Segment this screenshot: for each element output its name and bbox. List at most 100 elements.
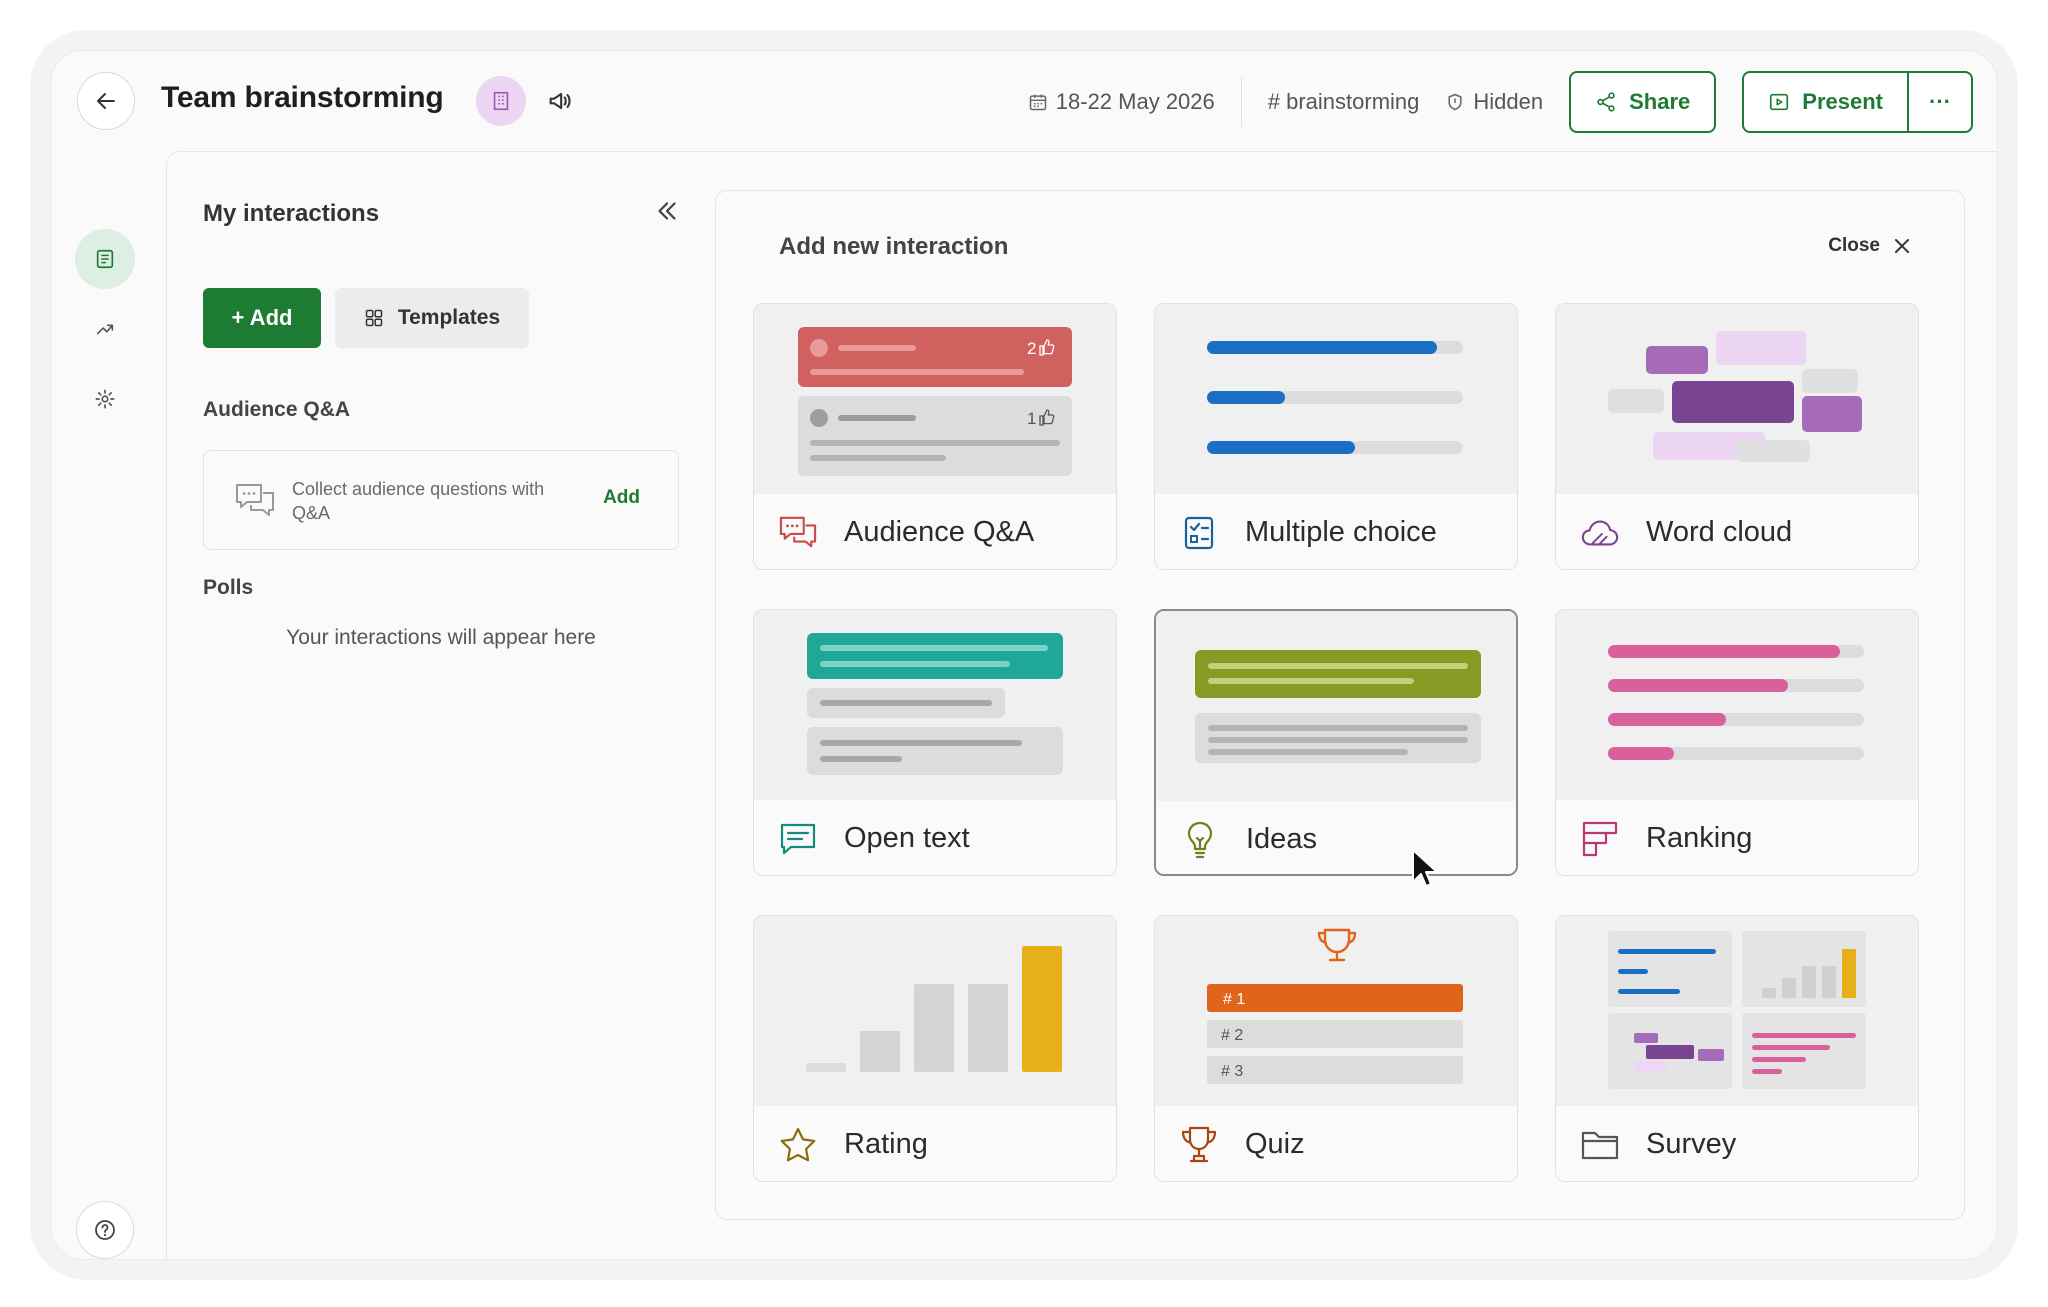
- likes-count-1: 2: [1027, 339, 1036, 358]
- arrow-left-icon: [97, 93, 115, 109]
- top-bar: Team brainstorming 18-22 May 2026 # brai…: [51, 51, 1997, 151]
- empty-state-text: Your interactions will appear here: [286, 626, 596, 649]
- card-label: Ranking: [1646, 822, 1753, 854]
- my-interactions-title: My interactions: [203, 200, 380, 227]
- header-actions: 18-22 May 2026 # brainstorming Hidden Sh…: [1028, 71, 1973, 133]
- organization-badge[interactable]: [476, 76, 526, 126]
- share-button[interactable]: Share: [1569, 71, 1717, 133]
- visibility-toggle[interactable]: Hidden: [1445, 89, 1543, 115]
- present-label: Present: [1802, 89, 1883, 114]
- present-button[interactable]: Present: [1744, 73, 1909, 131]
- checklist-icon: [1179, 513, 1219, 553]
- collapse-panel-icon[interactable]: [652, 196, 682, 226]
- presentation-title[interactable]: Team brainstorming: [161, 81, 444, 115]
- card-label: Ideas: [1246, 823, 1317, 855]
- rail-item-analytics[interactable]: [75, 299, 135, 359]
- card-label: Multiple choice: [1245, 516, 1437, 548]
- share-label: Share: [1629, 89, 1691, 114]
- mouse-cursor-icon: [1412, 849, 1438, 887]
- left-rail: [51, 151, 166, 1259]
- share-icon: [1597, 92, 1615, 112]
- card-label: Survey: [1646, 1128, 1737, 1160]
- card-open-text[interactable]: Open text: [753, 609, 1117, 876]
- card-label: Rating: [844, 1128, 928, 1160]
- card-quiz[interactable]: # 1 # 2 # 3 Quiz: [1154, 915, 1518, 1182]
- card-preview: [754, 916, 1116, 1106]
- qa-card-description: Collect audience questions with Q&A: [292, 479, 545, 523]
- card-label: Quiz: [1245, 1128, 1305, 1160]
- chat-bubbles-icon: [236, 484, 274, 516]
- templates-button[interactable]: Templates: [335, 288, 529, 348]
- card-preview: 2 1: [754, 304, 1116, 494]
- quiz-rank-2: # 2: [1221, 1027, 1243, 1044]
- card-preview: [1156, 611, 1516, 801]
- add-interaction-title: Add new interaction: [779, 233, 1009, 260]
- qa-add-link[interactable]: Add: [603, 487, 640, 509]
- card-label: Word cloud: [1646, 516, 1793, 548]
- card-footer: Audience Q&A: [754, 494, 1116, 569]
- card-preview: [754, 610, 1116, 800]
- card-preview: [1556, 610, 1918, 800]
- card-footer: Survey: [1556, 1106, 1918, 1181]
- gear-icon: [95, 389, 115, 409]
- message-lines-icon: [778, 819, 818, 859]
- header-divider: [1240, 77, 1242, 127]
- card-preview: [1556, 304, 1918, 494]
- lightbulb-icon: [1180, 820, 1220, 860]
- more-options-button[interactable]: ···: [1909, 73, 1971, 131]
- question-circle-icon: [95, 1220, 115, 1240]
- ranking-bars-icon: [1580, 819, 1620, 859]
- card-footer: Rating: [754, 1106, 1116, 1181]
- grid-icon: [365, 309, 383, 327]
- rail-item-slides[interactable]: [75, 229, 135, 289]
- star-icon: [778, 1125, 818, 1165]
- document-icon: [96, 249, 114, 269]
- card-ideas[interactable]: Ideas: [1154, 609, 1518, 876]
- card-survey[interactable]: Survey: [1555, 915, 1919, 1182]
- card-footer: Multiple choice: [1155, 494, 1517, 569]
- chat-bubbles-icon: [778, 513, 818, 553]
- card-preview: # 1 # 2 # 3: [1155, 916, 1517, 1106]
- cloud-icon: [1580, 513, 1620, 553]
- close-label: Close: [1828, 235, 1880, 256]
- close-button[interactable]: Close: [1828, 235, 1910, 257]
- rail-item-settings[interactable]: [75, 369, 135, 429]
- trophy-icon: [1179, 1125, 1219, 1165]
- card-preview: [1556, 916, 1918, 1106]
- card-label: Audience Q&A: [844, 516, 1035, 548]
- card-footer: Ideas: [1156, 801, 1516, 874]
- card-footer: Quiz: [1155, 1106, 1517, 1181]
- card-footer: Ranking: [1556, 800, 1918, 875]
- likes-count-2: 1: [1027, 409, 1036, 428]
- card-label: Open text: [844, 822, 970, 854]
- card-preview: [1155, 304, 1517, 494]
- quiz-rank-1: # 1: [1223, 991, 1245, 1008]
- event-dates-label: 18-22 May 2026: [1055, 89, 1215, 114]
- qa-empty-card: Collect audience questions with Q&A Add: [203, 450, 679, 550]
- templates-label: Templates: [397, 306, 501, 329]
- trend-up-icon: [96, 324, 114, 335]
- event-code-label: # brainstorming: [1267, 89, 1420, 114]
- card-word-cloud[interactable]: Word cloud: [1555, 303, 1919, 570]
- calendar-icon: [1029, 94, 1047, 111]
- card-audience-qa[interactable]: 2 1 Audience Q&A: [753, 303, 1117, 570]
- quiz-rank-3: # 3: [1221, 1063, 1243, 1080]
- section-heading-polls: Polls: [203, 576, 254, 599]
- card-multiple-choice[interactable]: Multiple choice: [1154, 303, 1518, 570]
- present-button-group: Present ···: [1742, 71, 1973, 133]
- folder-icon: [1580, 1125, 1620, 1165]
- app-window: Team brainstorming 18-22 May 2026 # brai…: [50, 50, 1998, 1260]
- megaphone-icon[interactable]: [546, 87, 574, 115]
- back-button[interactable]: [77, 72, 135, 130]
- event-code[interactable]: # brainstorming: [1268, 89, 1420, 115]
- add-interaction-panel: Add new interaction Close 2 1 Audience Q…: [715, 190, 1965, 1220]
- event-dates[interactable]: 18-22 May 2026: [1028, 89, 1215, 115]
- card-footer: Word cloud: [1556, 494, 1918, 569]
- visibility-label: Hidden: [1473, 89, 1544, 114]
- add-interaction-button[interactable]: + Add: [203, 288, 321, 348]
- card-ranking[interactable]: Ranking: [1555, 609, 1919, 876]
- shield-icon: [1448, 93, 1462, 111]
- more-icon: ···: [1929, 89, 1951, 114]
- help-button[interactable]: [76, 1201, 134, 1259]
- card-rating[interactable]: Rating: [753, 915, 1117, 1182]
